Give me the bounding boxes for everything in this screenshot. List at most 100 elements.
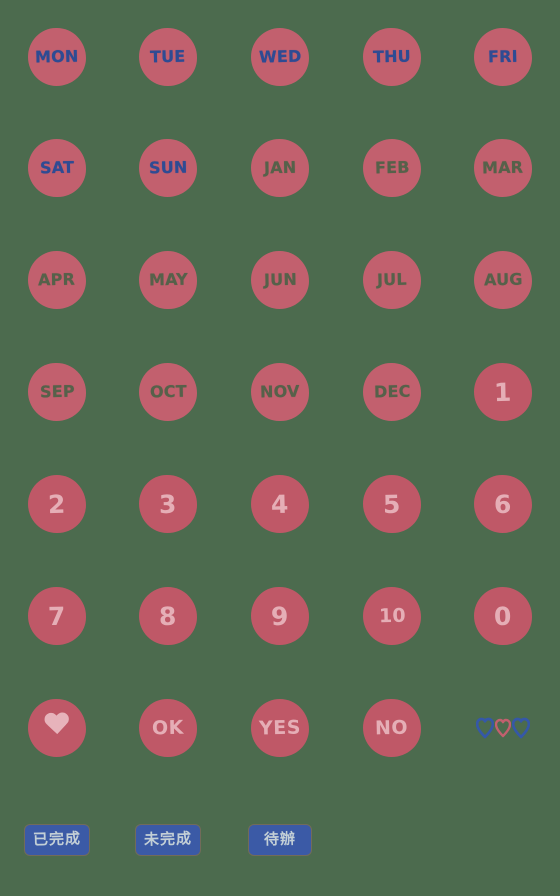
sticker-label: TUE: [150, 46, 186, 67]
status-badge-badge-done[interactable]: 已完成: [1, 784, 113, 896]
sticker-num-9[interactable]: 9: [224, 560, 336, 672]
sticker-bubble: NOV: [251, 363, 309, 421]
sticker-label: WED: [258, 46, 302, 67]
sticker-sep[interactable]: SEP: [1, 336, 113, 448]
sticker-label: 4: [270, 489, 290, 519]
sticker-bubble: 8: [139, 587, 197, 645]
sticker-bubble: WED: [251, 28, 309, 86]
sticker-num-8[interactable]: 8: [112, 560, 224, 672]
sticker-bubble: JAN: [251, 139, 309, 197]
sticker-num-10[interactable]: 10: [336, 560, 448, 672]
sticker-label: 9: [270, 601, 290, 631]
heart-icon: [495, 718, 511, 738]
sticker-thu[interactable]: THU: [336, 1, 448, 113]
sticker-bubble: JUL: [363, 251, 421, 309]
sticker-label: 0: [493, 601, 513, 631]
sticker-num-1[interactable]: 1: [447, 336, 559, 448]
status-badge-label: 已完成: [32, 829, 82, 849]
sticker-label: FRI: [487, 46, 519, 67]
emoji-sticker-sheet: MON TUE WED THU FRI SAT SUN JAN FEB MAR APR MAY JUN J…: [0, 0, 560, 896]
sticker-num-7[interactable]: 7: [1, 560, 113, 672]
sticker-bubble: NO: [363, 699, 421, 757]
sticker-num-4[interactable]: 4: [224, 448, 336, 560]
sticker-num-3[interactable]: 3: [112, 448, 224, 560]
sticker-bubble: DEC: [363, 363, 421, 421]
sticker-label: DEC: [373, 381, 411, 402]
three-hearts-icon: [476, 717, 530, 739]
sticker-bubble: SUN: [139, 139, 197, 197]
heart-icon: [512, 717, 530, 739]
sticker-num-0[interactable]: 0: [447, 560, 559, 672]
sticker-num-2[interactable]: 2: [1, 448, 113, 560]
sticker-jun[interactable]: JUN: [224, 224, 336, 336]
sticker-bubble: FRI: [474, 28, 532, 86]
sticker-label: JAN: [263, 157, 297, 178]
sticker-bubble: FEB: [363, 139, 421, 197]
sticker-label: SUN: [148, 157, 188, 178]
sticker-nov[interactable]: NOV: [224, 336, 336, 448]
sticker-label: NOV: [260, 381, 300, 402]
sticker-label: 6: [493, 489, 513, 519]
status-badge: 未完成: [135, 825, 200, 855]
sticker-label: APR: [38, 269, 76, 290]
sticker-bubble: 7: [28, 587, 86, 645]
sticker-bubble: 1: [474, 363, 532, 421]
sticker-jan[interactable]: JAN: [224, 112, 336, 224]
sticker-label: 2: [47, 489, 67, 519]
sticker-bubble: 6: [474, 475, 532, 533]
status-badge-label: 未完成: [143, 829, 193, 849]
sticker-bubble: JUN: [251, 251, 309, 309]
sticker-jul[interactable]: JUL: [336, 224, 448, 336]
sticker-label: OK: [151, 716, 185, 739]
status-badge: 待辦: [249, 825, 311, 855]
sticker-sun[interactable]: SUN: [112, 112, 224, 224]
sticker-fri[interactable]: FRI: [447, 1, 559, 113]
heart-icon: [476, 717, 494, 739]
status-badge-badge-todo[interactable]: 待辦: [224, 784, 336, 896]
sticker-sat[interactable]: SAT: [1, 112, 113, 224]
sticker-mon[interactable]: MON: [1, 1, 113, 113]
sticker-bubble: AUG: [474, 251, 532, 309]
sticker-bubble: 3: [139, 475, 197, 533]
sticker-label: MAY: [148, 269, 188, 290]
sticker-label: NO: [375, 716, 409, 739]
sticker-bubble: MAY: [139, 251, 197, 309]
sticker-label: JUL: [376, 269, 408, 290]
sticker-aug[interactable]: AUG: [447, 224, 559, 336]
sticker-feb[interactable]: FEB: [336, 112, 448, 224]
sticker-tri-hearts[interactable]: [447, 672, 559, 784]
sticker-may[interactable]: MAY: [112, 224, 224, 336]
sticker-bubble: SAT: [28, 139, 86, 197]
sticker-apr[interactable]: APR: [1, 224, 113, 336]
status-badge-badge-not-done[interactable]: 未完成: [112, 784, 224, 896]
sticker-tue[interactable]: TUE: [112, 1, 224, 113]
sticker-oct[interactable]: OCT: [112, 336, 224, 448]
heart-icon: [43, 713, 70, 744]
sticker-label: SAT: [39, 157, 75, 178]
sticker-bubble: 5: [363, 475, 421, 533]
sticker-bubble: 0: [474, 587, 532, 645]
sticker-num-5[interactable]: 5: [336, 448, 448, 560]
sticker-label: OCT: [149, 381, 187, 402]
sticker-no[interactable]: NO: [336, 672, 448, 784]
sticker-bubble: YES: [251, 699, 309, 757]
sticker-bubble: MON: [28, 28, 86, 86]
status-badge: 已完成: [24, 825, 89, 855]
sticker-heart[interactable]: [1, 672, 113, 784]
sticker-bubble: 2: [28, 475, 86, 533]
sticker-ok[interactable]: OK: [112, 672, 224, 784]
sticker-label: SEP: [39, 381, 75, 402]
sticker-mar[interactable]: MAR: [447, 112, 559, 224]
sticker-dec[interactable]: DEC: [336, 336, 448, 448]
sticker-bubble: MAR: [474, 139, 532, 197]
sticker-bubble: OCT: [139, 363, 197, 421]
sticker-yes[interactable]: YES: [224, 672, 336, 784]
sticker-num-6[interactable]: 6: [447, 448, 559, 560]
sticker-bubble: SEP: [28, 363, 86, 421]
sticker-label: AUG: [483, 269, 523, 290]
sticker-label: 10: [378, 604, 406, 627]
status-badge-label: 待辦: [263, 829, 297, 849]
sticker-label: FEB: [374, 157, 410, 178]
sticker-bubble: THU: [363, 28, 421, 86]
sticker-wed[interactable]: WED: [224, 1, 336, 113]
